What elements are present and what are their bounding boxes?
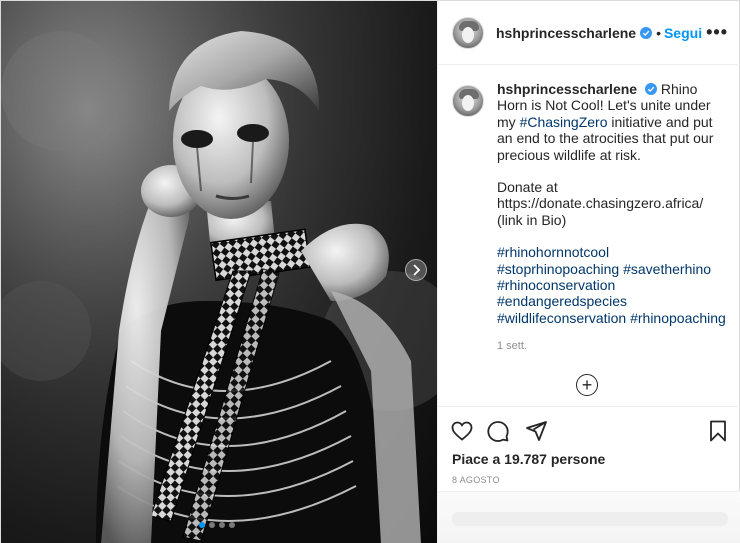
- post-window: hshprincesscharlene • Segui ••• hshprinc…: [0, 0, 740, 543]
- post-actions: Piace a 19.787 persone 8 AGOSTO: [438, 406, 740, 490]
- hashtag-link[interactable]: #savetherhino: [623, 261, 711, 277]
- header-username[interactable]: hshprincesscharlene: [496, 25, 636, 41]
- carousel-dot: [209, 522, 215, 528]
- carousel-next-button[interactable]: [405, 259, 427, 281]
- verified-badge-icon: [644, 83, 657, 95]
- carousel-dot: [199, 522, 205, 528]
- hashtag-link[interactable]: #stoprhinopoaching: [497, 261, 619, 277]
- hashtag-link[interactable]: #rhinoconservation: [497, 277, 615, 293]
- hashtag-link[interactable]: #endangeredspecies: [497, 293, 627, 309]
- hashtag-link[interactable]: #wildlifeconservation: [497, 310, 626, 326]
- post-caption: hshprincesscharlene Rhino Horn is Not Co…: [452, 81, 732, 352]
- avatar[interactable]: [452, 16, 484, 49]
- post-date[interactable]: 8 AGOSTO: [452, 475, 500, 485]
- hashtag-link[interactable]: #rhinopoaching: [630, 310, 726, 326]
- more-options-icon[interactable]: •••: [706, 23, 728, 41]
- verified-badge-icon: [640, 26, 653, 39]
- portrait-illustration: [1, 1, 437, 543]
- caption-hashtags: #rhinohornnotcool #stoprhinopoaching #sa…: [497, 244, 727, 326]
- post-photo[interactable]: [1, 1, 437, 543]
- comment-input-placeholder: [452, 512, 728, 526]
- caption-time-ago[interactable]: 1 sett.: [497, 340, 732, 352]
- carousel-dot: [219, 522, 225, 528]
- caption-avatar[interactable]: [452, 85, 484, 117]
- paper-plane-icon[interactable]: [524, 419, 548, 443]
- plus-circle-icon[interactable]: +: [576, 374, 598, 396]
- hashtag-link[interactable]: #ChasingZero: [520, 114, 608, 130]
- follow-button[interactable]: Segui: [664, 25, 702, 41]
- header-separator: •: [656, 24, 661, 41]
- comment-input-area[interactable]: [438, 491, 740, 543]
- caption-username[interactable]: hshprincesscharlene: [497, 81, 637, 97]
- carousel-indicator: [199, 522, 235, 528]
- caption-donate: Donate at https://donate.chasingzero.afr…: [497, 179, 704, 228]
- heart-icon[interactable]: [450, 419, 474, 443]
- comment-icon[interactable]: [486, 419, 510, 443]
- caption-text: hshprincesscharlene Rhino Horn is Not Co…: [497, 81, 727, 326]
- likes-count[interactable]: Piace a 19.787 persone: [452, 451, 605, 467]
- post-header: hshprincesscharlene • Segui •••: [438, 1, 740, 65]
- post-sidebar: hshprincesscharlene • Segui ••• hshprinc…: [437, 1, 740, 543]
- bookmark-icon[interactable]: [706, 419, 730, 443]
- chevron-right-icon: [413, 264, 421, 276]
- carousel-dot: [229, 522, 235, 528]
- hashtag-link[interactable]: #rhinohornnotcool: [497, 244, 609, 260]
